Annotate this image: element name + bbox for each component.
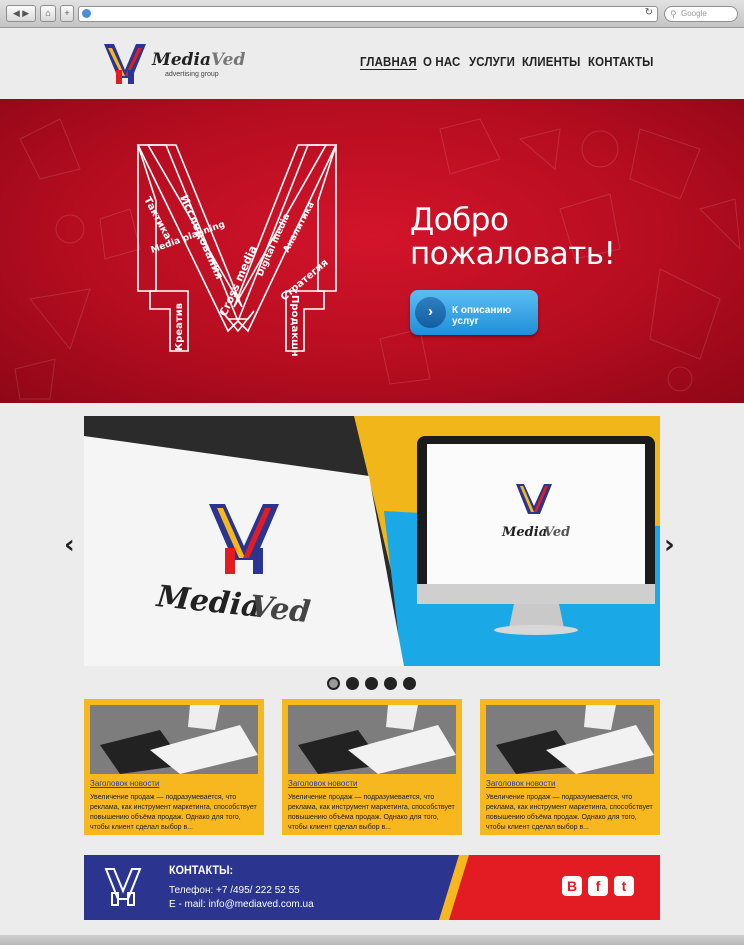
- vkontakte-icon[interactable]: B: [562, 876, 582, 896]
- footer-email[interactable]: E - mail: info@mediaved.com.ua: [169, 899, 314, 910]
- slide-image: Media Ved Media Ved: [84, 416, 660, 666]
- hero-pattern: [14, 118, 741, 400]
- slide-brand-accent: Ved: [248, 589, 312, 630]
- news-card[interactable]: Заголовок новости Увеличение продаж — по…: [480, 699, 660, 835]
- emblem-word-strategy: Стратегия: [279, 257, 331, 303]
- screen-brand-accent: Ved: [544, 525, 570, 540]
- logo-name-main: Media: [152, 50, 211, 70]
- slider-dot-4[interactable]: [384, 677, 397, 690]
- slider: Media Ved Media Ved: [84, 416, 660, 666]
- logo-name-accent: Ved: [211, 50, 246, 70]
- hero-emblem: Тактика Исследования Cross media Digital…: [136, 144, 338, 357]
- hero-banner: Тактика Исследования Cross media Digital…: [0, 99, 744, 403]
- browser-toolbar: ◀ ▶ ⌂ + ↻ ⚲ Google: [0, 0, 744, 28]
- hero-title-line1: Добро: [410, 202, 509, 238]
- news-title[interactable]: Заголовок новости: [90, 779, 159, 788]
- nav-about[interactable]: О НАС: [423, 54, 460, 69]
- search-placeholder: Google: [681, 9, 707, 18]
- news-title[interactable]: Заголовок новости: [486, 779, 555, 788]
- globe-icon: [82, 9, 91, 18]
- back-forward-buttons[interactable]: ◀ ▶: [6, 5, 36, 22]
- facebook-icon[interactable]: f: [588, 876, 608, 896]
- footer-phone: Телефон: +7 /495/ 222 52 55: [169, 885, 300, 896]
- site-header: MediaVed advertising group ГЛАВНАЯ О НАС…: [0, 28, 744, 99]
- services-button[interactable]: › К описанию услуг: [410, 290, 538, 335]
- screen-brand-main: Media: [501, 525, 547, 540]
- news-title[interactable]: Заголовок новости: [288, 779, 357, 788]
- slider-dot-3[interactable]: [365, 677, 378, 690]
- logo-text[interactable]: MediaVed: [152, 50, 245, 70]
- slider-dot-1[interactable]: [327, 677, 340, 690]
- twitter-icon[interactable]: t: [614, 876, 634, 896]
- footer-title: КОНТАКТЫ:: [169, 863, 234, 877]
- footer-logo-icon: [104, 868, 142, 906]
- nav-contacts[interactable]: КОНТАКТЫ: [588, 54, 654, 69]
- news-excerpt: Увеличение продаж — подразумевается, что…: [90, 794, 257, 831]
- hero-title-line2: пожаловать!: [410, 236, 616, 272]
- slider-prev-arrow[interactable]: ‹: [64, 530, 75, 560]
- add-tab-icon[interactable]: +: [60, 5, 74, 22]
- emblem-word-creative: Креатив: [174, 303, 185, 351]
- reload-icon[interactable]: ↻: [645, 7, 653, 18]
- nav-clients[interactable]: КЛИЕНТЫ: [522, 54, 581, 69]
- news-image: [90, 705, 258, 774]
- news-card[interactable]: Заголовок новости Увеличение продаж — по…: [84, 699, 264, 835]
- chevron-right-icon: ›: [415, 297, 446, 328]
- home-icon[interactable]: ⌂: [40, 5, 56, 22]
- hero-title: Добро пожаловать!: [410, 202, 616, 272]
- nav-home[interactable]: ГЛАВНАЯ: [360, 54, 417, 69]
- news-image: [288, 705, 456, 774]
- services-button-label: К описанию услуг: [452, 305, 512, 327]
- slider-next-arrow[interactable]: ›: [664, 530, 675, 560]
- news-excerpt: Увеличение продаж — подразумевается, что…: [486, 794, 653, 831]
- contacts-footer: КОНТАКТЫ: Телефон: +7 /495/ 222 52 55 E …: [84, 855, 660, 920]
- search-icon: ⚲: [670, 9, 677, 19]
- emblem-word-production: Продакшн: [289, 295, 300, 357]
- nav-services[interactable]: УСЛУГИ: [469, 54, 515, 69]
- news-image: [486, 705, 654, 774]
- search-input[interactable]: ⚲ Google: [664, 6, 738, 22]
- logo-tagline: advertising group: [165, 71, 219, 78]
- address-bar[interactable]: ↻: [78, 6, 658, 22]
- emblem-word-tactics: Тактика: [141, 195, 173, 241]
- news-excerpt: Увеличение продаж — подразумевается, что…: [288, 794, 455, 831]
- slider-dot-2[interactable]: [346, 677, 359, 690]
- browser-bottom-bar: [0, 935, 744, 945]
- slider-dot-5[interactable]: [403, 677, 416, 690]
- logo-icon[interactable]: [102, 42, 148, 86]
- news-card[interactable]: Заголовок новости Увеличение продаж — по…: [282, 699, 462, 835]
